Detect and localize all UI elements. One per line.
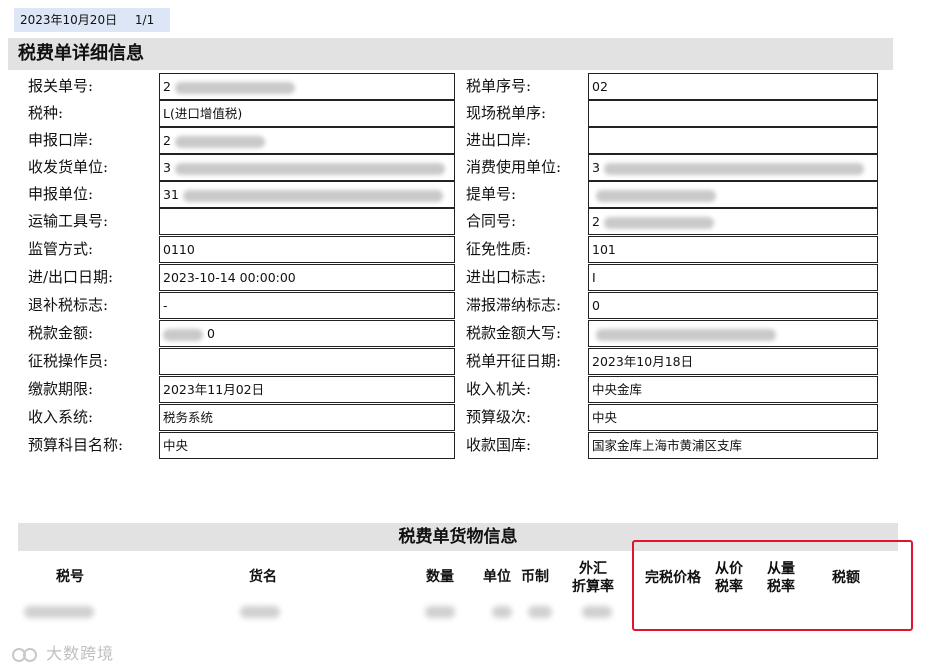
field-label: 征税操作员: [28, 352, 109, 370]
field-value [588, 320, 878, 347]
field-label: 现场税单序: [466, 104, 547, 122]
field-value: 0 [588, 292, 878, 319]
field-label: 进出口岸: [466, 131, 532, 149]
field-value: 2 [159, 73, 455, 100]
col-header-fx-rate-line2: 折算率 [572, 579, 614, 595]
field-label: 收入机关: [466, 380, 532, 398]
redacted-cell [425, 606, 455, 618]
field-value: 0110 [159, 236, 455, 263]
field-value: 2023年10月18日 [588, 348, 878, 375]
field-value: 101 [588, 236, 878, 263]
field-value: - [159, 292, 455, 319]
field-label: 收款国库: [466, 436, 532, 454]
field-value: 2023年11月02日 [159, 376, 455, 403]
field-value: I [588, 264, 878, 291]
field-label: 税种: [28, 104, 64, 122]
field-label: 合同号: [466, 212, 517, 230]
highlight-box [632, 540, 913, 631]
field-value: 0 [159, 320, 455, 347]
redacted-cell [582, 606, 612, 618]
field-label: 退补税标志: [28, 296, 109, 314]
redacted-cell [24, 606, 94, 618]
field-value [588, 100, 878, 127]
field-value: L(进口增值税) [159, 100, 455, 127]
field-value: 3 [159, 154, 455, 181]
field-value: 2 [588, 208, 878, 235]
brand-logo-icon [12, 647, 37, 662]
field-value: 3 [588, 154, 878, 181]
field-label: 滞报滞纳标志: [466, 296, 562, 314]
field-label: 收入系统: [28, 408, 94, 426]
field-label: 税单序号: [466, 77, 532, 95]
field-label: 申报单位: [28, 185, 94, 203]
field-label: 消费使用单位: [466, 158, 562, 176]
col-header-currency: 币制 [521, 569, 549, 585]
col-header-goods-name: 货名 [249, 569, 277, 585]
field-label: 缴款期限: [28, 380, 94, 398]
field-label: 申报口岸: [28, 131, 94, 149]
field-label: 运输工具号: [28, 212, 109, 230]
watermark-text: 大数跨境 [46, 644, 115, 663]
page-number: 1/1 [134, 13, 155, 27]
field-value: 中央 [159, 432, 455, 459]
col-header-unit: 单位 [483, 569, 511, 585]
field-label: 提单号: [466, 185, 517, 203]
field-value: 税务系统 [159, 404, 455, 431]
field-value: 国家金库上海市黄浦区支库 [588, 432, 878, 459]
field-value: 中央 [588, 404, 878, 431]
watermark: 大数跨境 [10, 640, 114, 664]
col-header-quantity: 数量 [426, 569, 454, 585]
section-title: 税费单详细信息 [8, 38, 893, 70]
date-bar: 2023年10月20日 1/1 [14, 8, 170, 32]
print-date: 2023年10月20日 [20, 13, 118, 27]
field-value [588, 127, 878, 154]
redacted-cell [492, 606, 512, 618]
field-label: 报关单号: [28, 77, 94, 95]
field-label: 预算级次: [466, 408, 532, 426]
field-value [159, 348, 455, 375]
field-label: 进/出口日期: [28, 268, 114, 286]
field-label: 进出口标志: [466, 268, 547, 286]
field-value: 31 [159, 181, 455, 208]
field-value [159, 208, 455, 235]
field-value: 02 [588, 73, 878, 100]
field-label: 预算科目名称: [28, 436, 124, 454]
field-value: 中央金库 [588, 376, 878, 403]
redacted-cell [528, 606, 552, 618]
field-value: 2 [159, 127, 455, 154]
field-label: 征免性质: [466, 240, 532, 258]
col-header-tax-no: 税号 [56, 569, 84, 585]
field-label: 监管方式: [28, 240, 94, 258]
col-header-fx-rate: 外汇 折算率 [566, 560, 620, 596]
field-label: 税单开征日期: [466, 352, 562, 370]
field-value [588, 181, 878, 208]
field-label: 收发货单位: [28, 158, 109, 176]
field-label: 税款金额: [28, 324, 94, 342]
redacted-cell [240, 606, 280, 618]
col-header-fx-rate-line1: 外汇 [579, 561, 607, 577]
field-label: 税款金额大写: [466, 324, 562, 342]
field-value: 2023-10-14 00:00:00 [159, 264, 455, 291]
